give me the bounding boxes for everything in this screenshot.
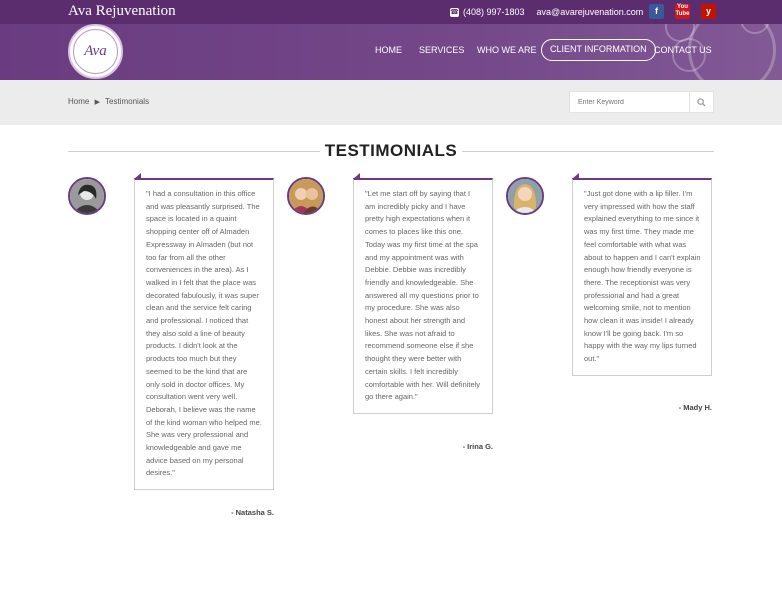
title-rule-right xyxy=(460,151,714,152)
yelp-icon[interactable]: y xyxy=(701,4,716,19)
testimonial-card: "Let me start off by saying that I am in… xyxy=(353,173,493,414)
nav-who-we-are[interactable]: WHO WE ARE xyxy=(477,39,537,61)
testimonial-quote: "Let me start off by saying that I am in… xyxy=(365,189,481,402)
phone-icon: ☎ xyxy=(450,7,459,17)
breadcrumb-home[interactable]: Home xyxy=(68,97,89,106)
nav-client-information[interactable]: CLIENT INFORMATION xyxy=(541,39,656,61)
testimonial-card: "Just got done with a lip filler. I'm ve… xyxy=(572,173,712,376)
nav-home[interactable]: HOME xyxy=(375,39,402,61)
testimonial-quote: "I had a consultation in this office and… xyxy=(146,189,262,478)
breadcrumb-current: Testimonials xyxy=(105,97,150,106)
nav-services[interactable]: SERVICES xyxy=(419,39,464,61)
search-input[interactable] xyxy=(570,92,689,112)
testimonial-author: - Natasha S. xyxy=(231,508,274,517)
email-link[interactable]: ava@avarejuvenation.com xyxy=(537,7,644,17)
breadcrumb-separator-icon: ▶ xyxy=(94,99,100,106)
youtube-icon[interactable]: You Tube xyxy=(675,4,690,19)
page-title: TESTIMONIALS xyxy=(320,141,462,161)
search-icon xyxy=(697,97,706,107)
avatar-image xyxy=(508,179,542,213)
testimonial-author: - Mady H. xyxy=(678,403,712,412)
phone-number[interactable]: (408) 997-1803 xyxy=(463,7,525,17)
testimonial-quote: "Just got done with a lip filler. I'm ve… xyxy=(584,189,701,364)
main-nav: HOME SERVICES WHO WE ARE CLIENT INFORMAT… xyxy=(0,39,782,61)
avatar-mady xyxy=(506,177,544,215)
avatar-irina xyxy=(287,177,325,215)
search-box xyxy=(569,91,714,113)
facebook-icon[interactable]: f xyxy=(649,4,664,19)
breadcrumb-band: Home ▶ Testimonials xyxy=(0,80,782,125)
top-bar: Ava Rejuvenation ☎ (408) 997-1803 ava@av… xyxy=(0,0,782,24)
contact-info: ☎ (408) 997-1803 ava@avarejuvenation.com xyxy=(450,5,643,19)
site-brand[interactable]: Ava Rejuvenation xyxy=(68,3,176,20)
breadcrumb: Home ▶ Testimonials xyxy=(68,97,149,106)
title-rule-left xyxy=(68,151,323,152)
avatar-natasha xyxy=(68,177,106,215)
avatar-image xyxy=(289,179,323,213)
search-button[interactable] xyxy=(689,92,713,112)
avatar-image xyxy=(70,179,104,213)
testimonial-author: - Irina G. xyxy=(462,442,493,451)
nav-contact-us[interactable]: CONTACT US xyxy=(654,39,712,61)
testimonial-card: "I had a consultation in this office and… xyxy=(134,172,274,491)
